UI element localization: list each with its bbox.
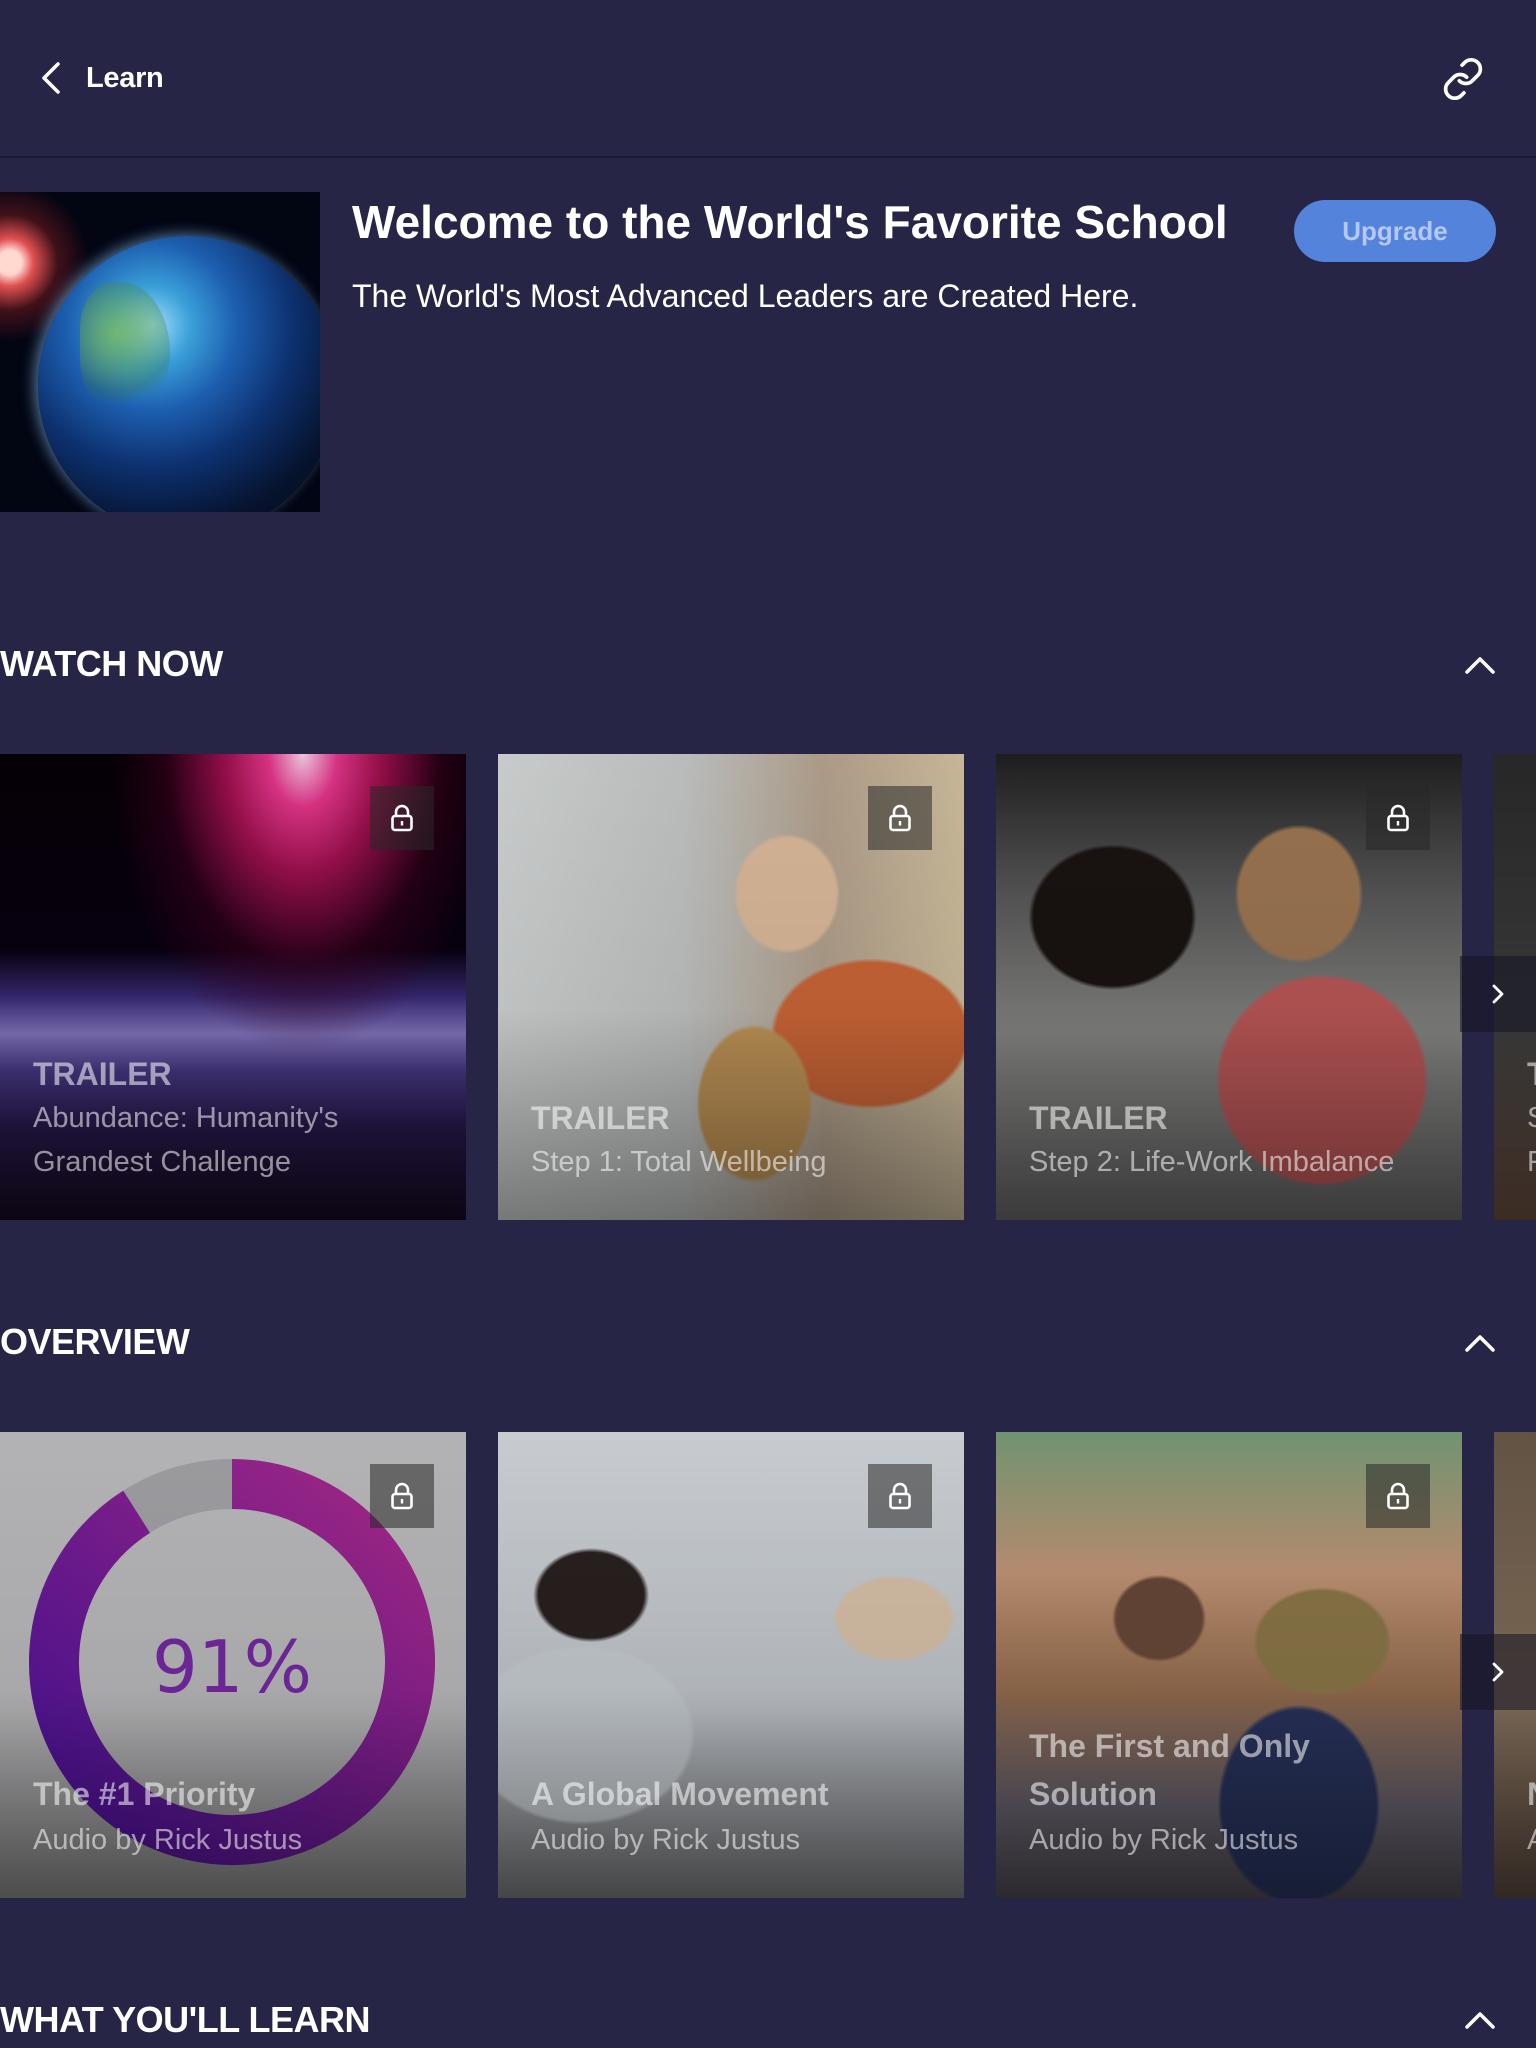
chevron-up-icon [1465, 657, 1495, 674]
hero-title: Welcome to the World's Favorite School [352, 196, 1228, 248]
collapse-overview-button[interactable] [1460, 1323, 1500, 1363]
lock-icon [889, 804, 911, 832]
collapse-what-youll-learn-button[interactable] [1460, 2000, 1500, 2040]
lock-icon [1387, 804, 1409, 832]
back-button[interactable] [36, 58, 66, 98]
upgrade-button[interactable]: Upgrade [1294, 200, 1496, 262]
watch-card-step-2[interactable]: TRAILER Step 2: Life-Work Imbalance [996, 754, 1462, 1220]
hero-subtitle: The World's Most Advanced Leaders are Cr… [352, 278, 1139, 314]
overview-card-first-solution[interactable]: The First and Only Solution Audio by Ric… [996, 1432, 1462, 1898]
card-text: N A [1527, 1770, 1536, 1862]
lock-badge [868, 786, 932, 850]
section-heading-watch-now: WATCH NOW [0, 643, 223, 684]
lock-icon [391, 804, 413, 832]
card-title: A Global Movement [531, 1776, 829, 1812]
share-link-button[interactable] [1440, 56, 1486, 102]
card-subtitle: Audio by Rick Justus [531, 1824, 801, 1856]
watch-now-next-button[interactable] [1460, 956, 1536, 1032]
lock-badge [370, 1464, 434, 1528]
watch-card-step-1[interactable]: TRAILER Step 1: Total Wellbeing [498, 754, 964, 1220]
overview-card-priority[interactable]: 91% The #1 Priority Audio by Rick Justus [0, 1432, 466, 1898]
hero-image [0, 192, 320, 512]
card-title: N [1527, 1770, 1536, 1818]
lock-icon [889, 1482, 911, 1510]
card-kicker: TRAILER [531, 1100, 670, 1136]
card-text: TRAILER Abundance: Humanity's Grandest C… [33, 1052, 446, 1184]
earth-illustration [38, 236, 320, 512]
section-heading-overview: OVERVIEW [0, 1321, 190, 1362]
lock-icon [1387, 1482, 1409, 1510]
card-text: The #1 Priority Audio by Rick Justus [33, 1770, 446, 1862]
section-heading-what-youll-learn: WHAT YOU'LL LEARN [0, 1999, 371, 2040]
chevron-up-icon [1465, 2012, 1495, 2029]
chevron-right-icon [1492, 1662, 1504, 1682]
overview-next-button[interactable] [1460, 1634, 1536, 1710]
card-text: TRAILER Step 1: Total Wellbeing [531, 1096, 944, 1184]
lock-badge [370, 786, 434, 850]
card-title: The First and Only Solution [1029, 1728, 1310, 1812]
card-kicker: TRAILER [33, 1056, 172, 1092]
watch-card-abundance[interactable]: TRAILER Abundance: Humanity's Grandest C… [0, 754, 466, 1220]
lock-badge [1366, 786, 1430, 850]
page-title[interactable]: Learn [86, 58, 164, 98]
card-title-line2: F [1527, 1146, 1536, 1178]
lock-badge [868, 1464, 932, 1528]
chevron-left-icon [42, 62, 60, 94]
card-text: TRAILER Step 2: Life-Work Imbalance [1029, 1096, 1442, 1184]
collapse-watch-now-button[interactable] [1460, 645, 1500, 685]
card-text: A Global Movement Audio by Rick Justus [531, 1770, 944, 1862]
lock-badge [1366, 1464, 1430, 1528]
card-title: The #1 Priority [33, 1776, 256, 1812]
link-icon [1443, 57, 1483, 101]
card-subtitle: Audio by Rick Justus [1029, 1824, 1299, 1856]
card-subtitle: Audio by Rick Justus [33, 1824, 303, 1856]
top-bar: Learn [0, 0, 1536, 158]
card-kicker: T [1527, 1052, 1536, 1096]
card-title: Step 2: Life-Work Imbalance [1029, 1146, 1395, 1178]
card-text: T S F [1527, 1052, 1536, 1184]
overview-card-global-movement[interactable]: A Global Movement Audio by Rick Justus [498, 1432, 964, 1898]
card-subtitle: A [1527, 1818, 1536, 1862]
chevron-up-icon [1465, 1335, 1495, 1352]
lock-icon [391, 1482, 413, 1510]
card-title: S [1527, 1096, 1536, 1140]
card-title: Abundance: Humanity's Grandest Challenge [33, 1102, 339, 1178]
card-text: The First and Only Solution Audio by Ric… [1029, 1722, 1442, 1862]
card-kicker: TRAILER [1029, 1100, 1168, 1136]
chevron-right-icon [1492, 984, 1504, 1004]
card-title: Step 1: Total Wellbeing [531, 1146, 827, 1178]
